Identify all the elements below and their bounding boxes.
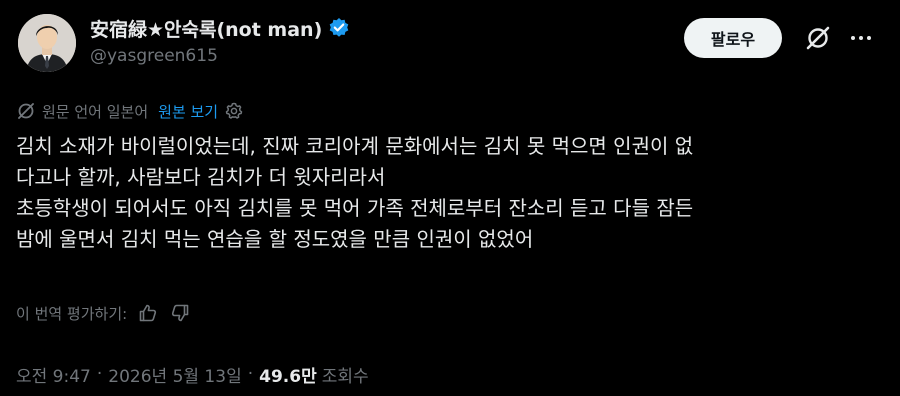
rate-translation-label: 이 번역 평가하기: [16, 304, 128, 323]
show-original-link[interactable]: 원본 보기 [158, 101, 218, 122]
views-label: 조회수 [321, 366, 369, 387]
rate-translation-row: 이 번역 평가하기: [16, 301, 191, 325]
tweet-text-line: 초등학생이 되어서도 아직 김치를 못 먹어 가족 전체로부터 잔소리 듣고 다… [16, 196, 694, 220]
display-name-row: 安宿緑★안숙록(not man) [90, 14, 350, 42]
author-block: 安宿緑★안숙록(not man) @yasgreen615 [90, 14, 350, 66]
follow-button[interactable]: 팔로우 [684, 18, 782, 58]
tweet-text-line: 다고나 할까, 사람보다 김치가 더 윗자리라서 [16, 165, 386, 189]
more-dots-icon[interactable] [846, 26, 876, 50]
thumbs-up-icon[interactable] [137, 302, 159, 324]
tweet-text-line: 김치 소재가 바이럴이었는데, 진짜 코리아계 문화에서는 김치 못 먹으면 인… [16, 134, 694, 158]
translation-bar: 원문 언어 일본어 원본 보기 [16, 99, 244, 123]
translation-note: 원문 언어 일본어 [42, 102, 149, 121]
avatar-portrait [18, 14, 76, 72]
display-name[interactable]: 安宿緑★안숙록(not man) [90, 15, 322, 42]
gear-icon[interactable] [224, 101, 244, 121]
translate-globe-icon [16, 101, 36, 121]
avatar[interactable] [18, 14, 76, 72]
thumbs-down-icon[interactable] [169, 302, 191, 324]
post-date[interactable]: 2026년 5월 13일 [108, 362, 241, 387]
tweet-text-line: 밤에 울면서 김치 먹는 연습을 할 정도였을 만큼 인권이 없었어 [16, 227, 534, 251]
verified-badge-icon[interactable] [328, 17, 350, 39]
post-time[interactable]: 오전 9:47 [16, 362, 91, 387]
meta-separator: · [96, 364, 103, 384]
tweet-text: 김치 소재가 바이럴이었는데, 진짜 코리아계 문화에서는 김치 못 먹으면 인… [16, 131, 886, 255]
meta-separator: · [247, 364, 254, 384]
views-count[interactable]: 49.6만 [259, 362, 317, 387]
grok-slash-icon[interactable] [804, 24, 832, 52]
author-handle[interactable]: @yasgreen615 [90, 46, 350, 66]
tweet-meta: 오전 9:47 · 2026년 5월 13일 · 49.6만 조회수 [16, 362, 369, 387]
